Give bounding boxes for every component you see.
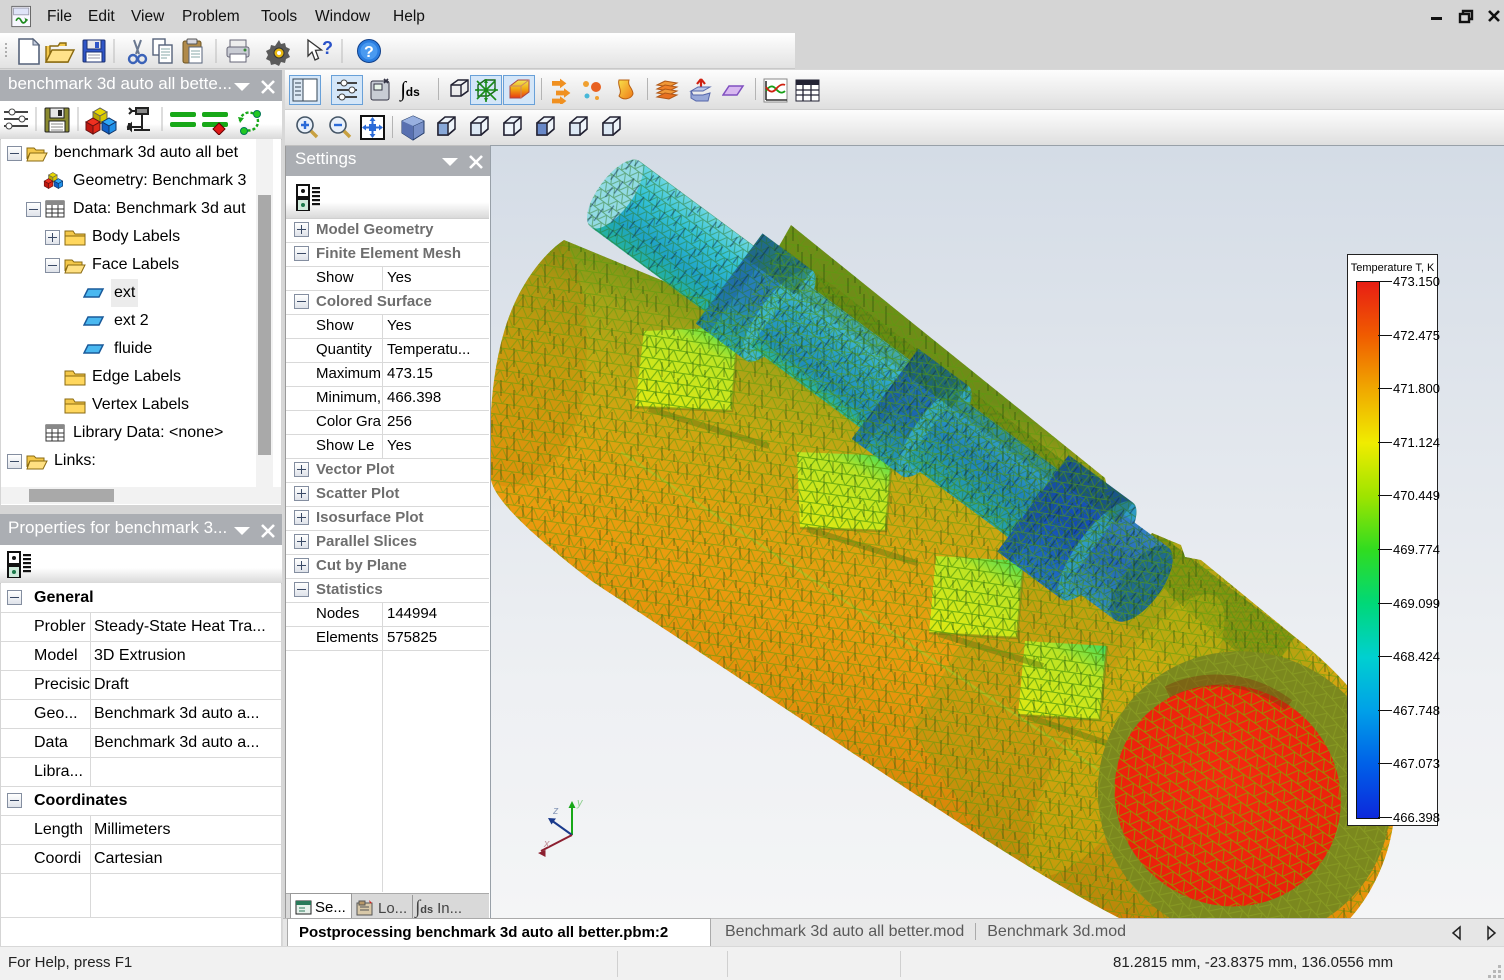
svg-text:?: ?	[364, 44, 374, 61]
svg-text:z: z	[552, 805, 559, 817]
svg-text:x: x	[543, 838, 550, 850]
svg-text:?: ?	[322, 38, 333, 58]
svg-text:y: y	[576, 797, 584, 809]
